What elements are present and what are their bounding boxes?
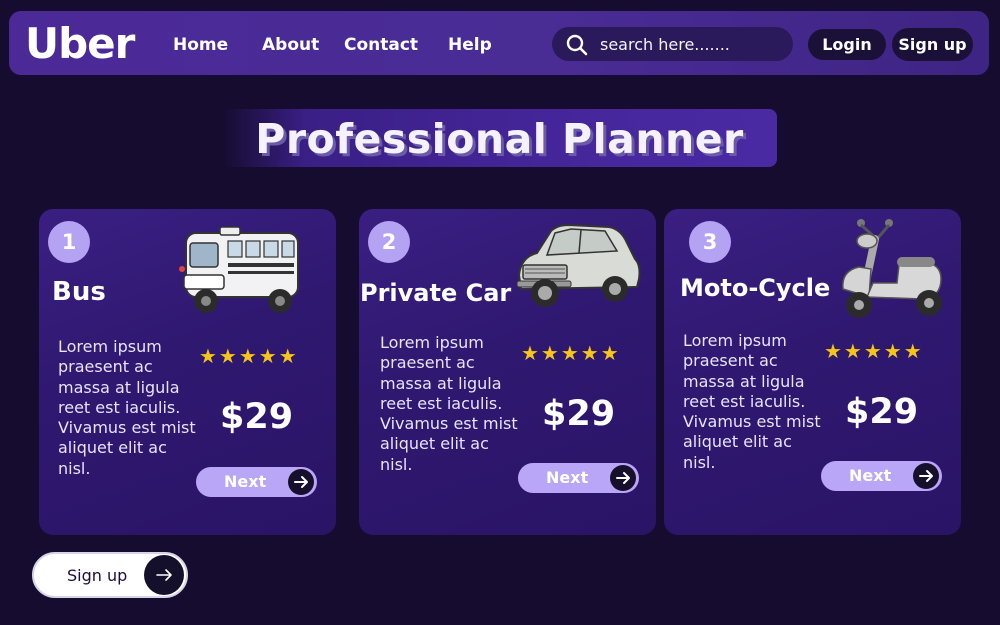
next-button-label: Next [224, 472, 267, 491]
hero-banner: Professional Planner [222, 109, 777, 167]
plan-card-private-car: 2 Private Car Lorem ipsum praesent ac ma… [359, 209, 656, 535]
card-title: Private Car [360, 279, 512, 307]
next-button[interactable]: Next [196, 467, 317, 497]
card-number-badge: 1 [48, 221, 90, 263]
rating-stars: ★★★★★ [199, 344, 299, 368]
nav-link-home[interactable]: Home [173, 35, 228, 55]
arrow-right-icon [144, 555, 184, 595]
card-description: Lorem ipsum praesent ac massa at ligula … [380, 333, 518, 474]
next-button[interactable]: Next [821, 461, 942, 491]
login-button[interactable]: Login [808, 29, 886, 60]
plan-card-moto-cycle: 3 Moto-Cycle Lorem ipsum praesent ac mas… [664, 209, 961, 535]
next-button-label: Next [546, 468, 589, 487]
card-number-badge: 2 [368, 221, 410, 263]
card-price: $29 [845, 392, 919, 432]
bus-icon [179, 226, 299, 313]
card-number-badge: 3 [689, 221, 731, 263]
nav-link-help[interactable]: Help [448, 35, 492, 55]
car-icon [516, 223, 641, 307]
page-title: Professional Planner [255, 115, 744, 163]
arrow-right-icon [913, 463, 939, 489]
card-description: Lorem ipsum praesent ac massa at ligula … [683, 331, 821, 472]
card-description: Lorem ipsum praesent ac massa at ligula … [58, 337, 196, 478]
next-button[interactable]: Next [518, 463, 639, 493]
arrow-right-icon [288, 469, 314, 495]
logo[interactable]: Uber [25, 19, 135, 68]
card-title: Moto-Cycle [680, 274, 831, 302]
next-button-label: Next [849, 466, 892, 485]
navbar: Uber Home About Contact Help Login Sign … [9, 11, 989, 75]
card-price: $29 [542, 394, 616, 434]
nav-link-about[interactable]: About [262, 35, 319, 55]
search-icon[interactable] [566, 34, 588, 56]
signup-cta-button[interactable]: Sign up [32, 552, 188, 598]
plan-card-bus: 1 Bus Lorem ipsum praesent ac massa at l… [39, 209, 336, 535]
card-price: $29 [220, 397, 294, 437]
nav-link-contact[interactable]: Contact [344, 35, 418, 55]
card-title: Bus [52, 277, 106, 307]
rating-stars: ★★★★★ [824, 339, 924, 363]
arrow-right-icon [610, 465, 636, 491]
search-bar [552, 27, 793, 61]
rating-stars: ★★★★★ [521, 341, 621, 365]
signup-cta-label: Sign up [67, 566, 128, 585]
signup-button[interactable]: Sign up [892, 28, 973, 61]
scooter-icon [842, 219, 942, 318]
search-input[interactable] [600, 31, 785, 57]
